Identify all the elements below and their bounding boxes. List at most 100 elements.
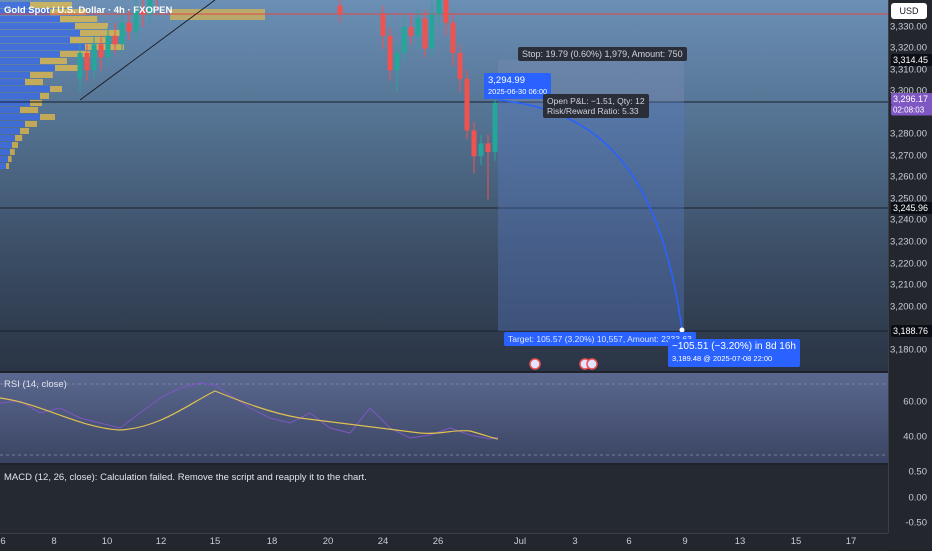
candle-body [337, 5, 343, 15]
price-label: 3,210.00 [890, 279, 927, 291]
rsi-axis-label: 40.00 [903, 431, 927, 443]
time-label: 15 [209, 536, 221, 547]
time-label: Jul [513, 536, 527, 547]
rsi-chart [0, 382, 888, 456]
macd-axis-label: -0.50 [905, 517, 927, 529]
volume-profile-bar [0, 135, 15, 141]
event-flag-icon [586, 358, 598, 370]
price-label: 3,330.00 [890, 21, 927, 33]
candle-body [394, 52, 400, 71]
candle-body [443, 0, 449, 23]
price-label: 3,230.00 [890, 236, 927, 248]
rsi-pane[interactable]: RSI (14, close) [0, 373, 888, 463]
candle-body [84, 52, 90, 71]
volume-profile-bar [0, 163, 6, 169]
target-price-tag: 3,188.76 [891, 325, 932, 337]
entry-time: 2025-06-30 06:00 [488, 87, 548, 96]
hline-price-tag: 3,245.96 [891, 202, 932, 214]
projection-label: −105.51 (−3.20%) in 8d 16h 3,189.48 @ 20… [668, 339, 800, 367]
volume-profile-bar [20, 107, 38, 113]
volume-profile-bar [0, 23, 75, 29]
candle-body [492, 102, 498, 152]
stop-price-tag: 3,314.45 [891, 54, 932, 66]
entry-price: 3,294.99 [488, 75, 525, 86]
current-price-tag: 3,296.17 [891, 93, 932, 105]
time-label: 6 [626, 536, 632, 547]
projection-main: −105.51 (−3.20%) in 8d 16h [672, 341, 796, 352]
event-flag-icon [529, 358, 541, 370]
currency-button[interactable]: USD [891, 3, 927, 19]
projection-sub: 3,189.48 @ 2025-07-08 22:00 [672, 354, 773, 363]
stop-label: Stop: 19.79 (0.60%) 1,979, Amount: 750 [518, 47, 687, 61]
time-axis[interactable]: 6 8 10 12 15 18 20 24 26 Jul 3 6 9 13 15… [0, 533, 888, 551]
axis-corner [888, 533, 932, 550]
volume-profile-bar [10, 149, 15, 155]
open-pnl: Open P&L: −1.51, Qty: 12 [547, 96, 645, 106]
candle-body [429, 14, 435, 49]
time-label: 24 [377, 536, 389, 547]
candle-body [112, 35, 118, 45]
candle-body [91, 44, 97, 71]
time-label: 8 [51, 536, 57, 547]
price-axis[interactable]: 3,330.00 3,320.00 3,310.00 3,300.00 3,28… [888, 0, 932, 533]
price-label: 3,200.00 [890, 301, 927, 313]
target-zone [498, 102, 684, 331]
candle-body [436, 0, 442, 15]
time-label: 13 [734, 536, 746, 547]
countdown-tag: 02:08:03 [891, 104, 932, 116]
macd-title[interactable]: MACD (12, 26, close): Calculation failed… [4, 472, 367, 483]
entry-label: 3,294.99 2025-06-30 06:00 [484, 73, 552, 99]
volume-profile-bar [80, 30, 122, 36]
macd-pane[interactable]: MACD (12, 26, close): Calculation failed… [0, 465, 888, 533]
candle-body [119, 22, 125, 45]
macd-axis-label: 0.00 [908, 492, 928, 504]
volume-profile-bar [40, 114, 55, 120]
volume-profile-bar [12, 142, 18, 148]
price-label: 3,180.00 [890, 344, 927, 356]
volume-profile-bar [0, 86, 50, 92]
time-label: 10 [101, 536, 113, 547]
candle-body [387, 35, 393, 71]
volume-profile-bar [30, 100, 42, 106]
volume-profile-bar [85, 44, 124, 50]
main-chart-pane[interactable]: Gold Spot / U.S. Dollar · 4h · FXOPEN St… [0, 0, 888, 371]
pnl-box: Open P&L: −1.51, Qty: 12 Risk/Reward Rat… [543, 94, 649, 118]
volume-profile-bar [8, 156, 12, 162]
time-label: 20 [322, 536, 334, 547]
volume-profile-bar [0, 72, 30, 78]
volume-profile-bar [0, 16, 60, 22]
candlestick-chart[interactable] [0, 0, 888, 371]
candle-body [380, 14, 386, 36]
price-label: 3,270.00 [890, 150, 927, 162]
volume-profile-bar [30, 72, 53, 78]
candle-body [485, 143, 491, 152]
price-label: 3,240.00 [890, 214, 927, 226]
time-label: 18 [266, 536, 278, 547]
symbol-title[interactable]: Gold Spot / U.S. Dollar · 4h · FXOPEN [4, 5, 172, 16]
volume-profile-bar [0, 107, 20, 113]
rsi-title[interactable]: RSI (14, close) [4, 379, 67, 390]
time-label: 9 [682, 536, 688, 547]
candle-body [401, 27, 407, 53]
candle-body [98, 44, 104, 58]
candle-body [464, 78, 470, 131]
time-label: 6 [0, 536, 6, 547]
time-label: 12 [155, 536, 167, 547]
volume-profile-bar [60, 16, 98, 22]
price-label: 3,310.00 [890, 64, 927, 76]
volume-profile-bar [0, 142, 12, 148]
volume-profile-bar [0, 114, 40, 120]
volume-profile-bar [25, 121, 37, 127]
volume-profile-bar [0, 100, 30, 106]
price-label: 3,320.00 [890, 42, 927, 54]
volume-profile-bar [0, 58, 40, 64]
volume-profile-bar [0, 128, 20, 134]
volume-profile-bar [75, 23, 108, 29]
candle-body [105, 35, 111, 58]
time-label: 17 [845, 536, 857, 547]
price-label: 3,220.00 [890, 258, 927, 270]
volume-profile-bar [0, 44, 85, 50]
macd-axis-label: 0.50 [908, 466, 928, 478]
candle-body [126, 22, 132, 32]
candle-body [77, 52, 83, 79]
